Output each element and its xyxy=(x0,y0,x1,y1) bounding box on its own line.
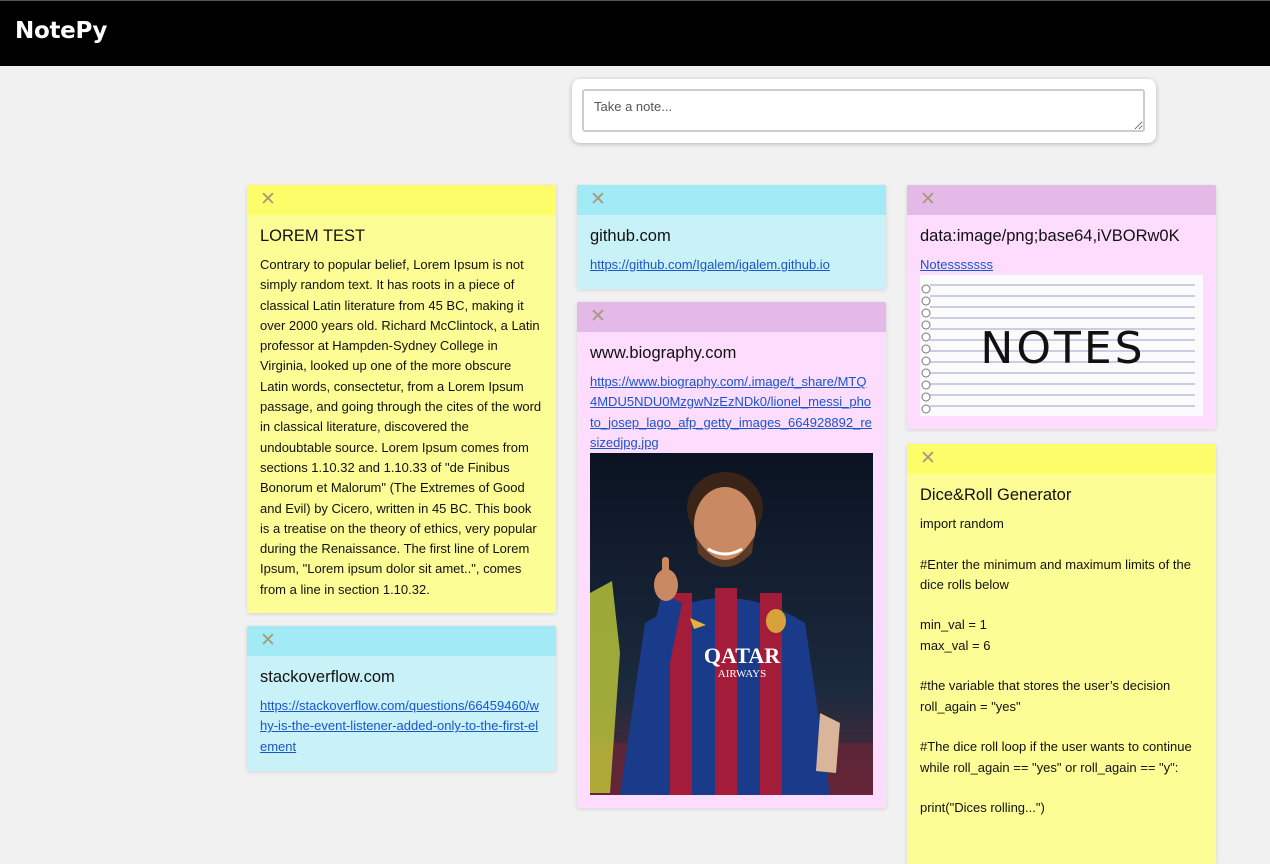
jersey-sponsor-text: QATAR xyxy=(704,643,781,668)
note-card-lorem[interactable]: ✕ LOREM TEST Contrary to popular belief,… xyxy=(247,185,556,613)
note-title: www.biography.com xyxy=(590,344,737,362)
note-header: ✕ xyxy=(577,302,886,332)
note-image-player-photo: QATAR AIRWAYS xyxy=(590,453,873,796)
note-card-dice-roll[interactable]: ✕ Dice&Roll Generator import random #Ent… xyxy=(907,444,1216,864)
player-photo-illustration: QATAR AIRWAYS xyxy=(590,453,873,796)
note-link[interactable]: Notesssssss xyxy=(920,255,1203,275)
note-header: ✕ xyxy=(247,185,556,215)
app-title: NotePy xyxy=(15,18,108,44)
note-link[interactable]: https://www.biography.com/.image/t_share… xyxy=(590,372,873,453)
note-card-biography[interactable]: ✕ www.biography.com https://www.biograph… xyxy=(577,302,886,808)
note-composer xyxy=(572,79,1156,143)
note-header: ✕ xyxy=(907,185,1216,215)
note-title: Dice&Roll Generator xyxy=(920,486,1072,504)
note-image-notebook: NOTES xyxy=(920,275,1203,417)
note-card-data-image[interactable]: ✕ data:image/png;base64,iVBORw0K Notesss… xyxy=(907,185,1216,429)
note-card-github[interactable]: ✕ github.com https://github.com/Igalem/i… xyxy=(577,185,886,289)
note-header: ✕ xyxy=(907,444,1216,474)
note-body: Contrary to popular belief, Lorem Ipsum … xyxy=(260,257,545,597)
notebook-illustration: NOTES xyxy=(920,275,1203,417)
note-title: data:image/png;base64,iVBORw0K xyxy=(920,227,1180,245)
take-note-input[interactable] xyxy=(582,89,1145,132)
note-link[interactable]: https://github.com/Igalem/igalem.github.… xyxy=(590,255,873,275)
close-icon[interactable]: ✕ xyxy=(590,189,606,209)
note-title: stackoverflow.com xyxy=(260,668,395,686)
note-card-stackoverflow[interactable]: ✕ stackoverflow.com https://stackoverflo… xyxy=(247,626,556,771)
note-body: import random #Enter the minimum and max… xyxy=(920,516,1192,816)
close-icon[interactable]: ✕ xyxy=(260,189,276,209)
top-bar: NotePy xyxy=(0,0,1270,66)
note-title: LOREM TEST xyxy=(260,227,366,245)
close-icon[interactable]: ✕ xyxy=(920,448,936,468)
close-icon[interactable]: ✕ xyxy=(590,306,606,326)
note-link[interactable]: https://stackoverflow.com/questions/6645… xyxy=(260,696,543,757)
notebook-heading-text: NOTES xyxy=(980,323,1145,374)
note-title: github.com xyxy=(590,227,671,245)
note-header: ✕ xyxy=(247,626,556,656)
note-header: ✕ xyxy=(577,185,886,215)
close-icon[interactable]: ✕ xyxy=(920,189,936,209)
close-icon[interactable]: ✕ xyxy=(260,630,276,650)
jersey-sponsor-subtext: AIRWAYS xyxy=(718,668,767,680)
